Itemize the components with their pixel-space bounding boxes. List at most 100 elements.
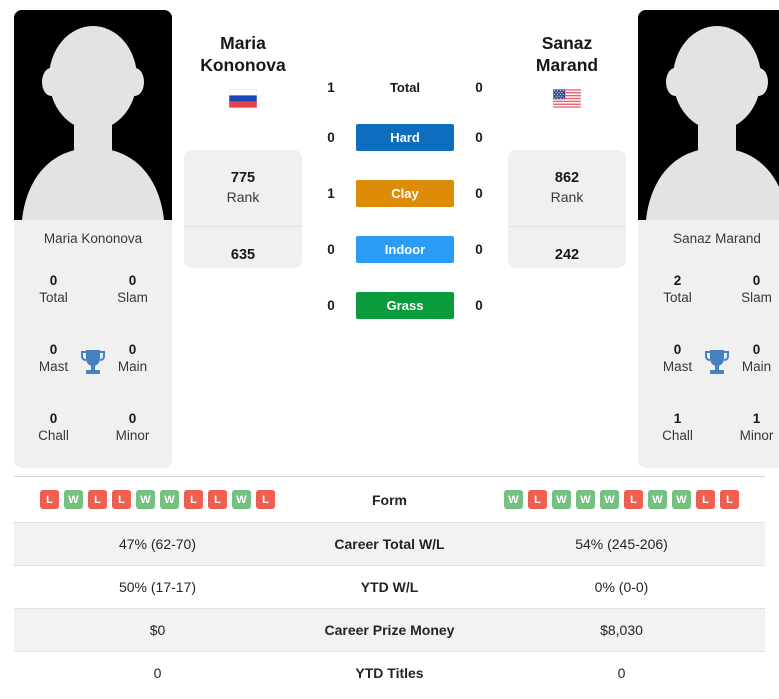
form-badge-right-8: L: [696, 490, 715, 509]
h2h-right-score: 0: [475, 129, 483, 145]
title-value: 0: [673, 341, 682, 357]
career-wl-right: 54% (245-206): [575, 536, 668, 552]
title-label: Total: [39, 289, 68, 305]
usa-flag-icon: [553, 88, 581, 108]
stat-label: Rank: [226, 189, 260, 206]
form-badge-left-2: L: [88, 490, 107, 509]
title-stat-minor-right: 1 Minor: [717, 393, 779, 462]
title-value: 2: [673, 272, 682, 288]
row-label-career-prize: Career Prize Money: [324, 622, 455, 638]
h2h-right-score: 0: [475, 79, 483, 95]
title-stat-slam-right: 0 Slam: [717, 255, 779, 324]
title-stat-chall-right: 1 Chall: [638, 393, 717, 462]
form-badge-right-5: L: [624, 490, 643, 509]
career-wl-left: 47% (62-70): [118, 536, 197, 552]
stat-rank-right: 862 Rank: [508, 150, 626, 227]
title-value: 0: [128, 341, 137, 357]
trophy-icon: [81, 349, 105, 374]
form-badge-right-9: L: [720, 490, 739, 509]
ytd-wl-right: 0% (0-0): [594, 579, 649, 595]
form-badge-left-4: W: [136, 490, 155, 509]
h2h-row-grass: 0 Grass 0: [314, 277, 496, 333]
h2h-label-total: Total: [389, 79, 421, 95]
form-badge-right-7: W: [672, 490, 691, 509]
stat-label: High: [553, 265, 582, 268]
form-badge-right-0: W: [504, 490, 523, 509]
h2h-row-total: 1 Total 0: [314, 65, 496, 109]
form-badge-right-3: W: [576, 490, 595, 509]
form-badge-left-3: L: [112, 490, 131, 509]
h2h-left-score: 1: [327, 79, 335, 95]
h2h-left-score: 0: [327, 241, 335, 257]
form-badge-right-2: W: [552, 490, 571, 509]
stat-high-left: 635 High: [184, 227, 302, 268]
title-label: Minor: [115, 427, 150, 443]
title-label: Mast: [662, 358, 693, 374]
title-stat-chall-left: 0 Chall: [14, 393, 93, 462]
surface-badge-hard[interactable]: Hard: [356, 123, 454, 151]
form-badge-left-1: W: [64, 490, 83, 509]
form-cell-left: LWLLWWLLWL: [14, 477, 301, 523]
stat-stack-left: 775 Rank 635 High 27 Age Plays: [184, 150, 302, 268]
player-comparison-area: Maria Kononova 0 Total 0 Slam 0 Mast 0 M…: [0, 0, 779, 472]
player-summary-right: Sanaz Marand 862 Rank 242: [508, 10, 626, 268]
form-badge-right-4: W: [600, 490, 619, 509]
title-value: 0: [752, 272, 761, 288]
title-stat-total-right: 2 Total: [638, 255, 717, 324]
form-badge-left-8: W: [232, 490, 251, 509]
stat-label: High: [229, 265, 258, 268]
title-label: Mast: [38, 358, 69, 374]
trophy-icon: [705, 349, 729, 374]
form-badge-left-7: L: [208, 490, 227, 509]
player-name-caption-left: Maria Kononova: [43, 231, 143, 246]
table-row-ytd-wl: 50% (17-17) YTD W/L 0% (0-0): [14, 565, 765, 609]
title-value: 0: [128, 272, 137, 288]
title-value: 0: [49, 410, 58, 426]
title-value: 0: [49, 272, 58, 288]
ytd-titles-right: 0: [617, 665, 626, 681]
form-badge-right-1: L: [528, 490, 547, 509]
table-row-form: LWLLWWLLWL Form WLWWWLWWLL: [14, 476, 765, 523]
title-label: Slam: [741, 289, 772, 305]
stat-stack-right: 862 Rank 242 High 36 Age Plays: [508, 150, 626, 268]
row-label-career-wl: Career Total W/L: [334, 536, 445, 552]
stat-value: 775: [230, 170, 256, 187]
player-name-right-line1: Sanaz: [541, 33, 593, 53]
player-card-right[interactable]: Sanaz Marand 2 Total 0 Slam 0 Mast 0 Mai…: [638, 10, 779, 468]
player-name-header-left: Maria Kononova: [184, 10, 302, 128]
ytd-titles-left: 0: [153, 665, 162, 681]
h2h-row-hard: 0 Hard 0: [314, 109, 496, 165]
player-name-header-right: Sanaz Marand: [508, 10, 626, 128]
ytd-wl-left: 50% (17-17): [118, 579, 197, 595]
title-value: 1: [673, 410, 682, 426]
title-value: 0: [752, 341, 761, 357]
table-row-ytd-titles: 0 YTD Titles 0: [14, 651, 765, 695]
title-stat-total-left: 0 Total: [14, 255, 93, 324]
h2h-left-score: 0: [327, 129, 335, 145]
stat-high-right: 242 High: [508, 227, 626, 268]
title-value: 0: [128, 410, 137, 426]
stat-value: 862: [554, 170, 580, 187]
title-value: 1: [752, 410, 761, 426]
career-prize-left: $0: [149, 622, 166, 638]
title-label: Main: [117, 358, 148, 374]
head-to-head-column: 1 Total 0 0 Hard 0 1 Clay 0 0 Indoor 0 0…: [314, 10, 496, 333]
player-silhouette-icon: [638, 10, 779, 220]
row-label-ytd-titles: YTD Titles: [355, 665, 424, 681]
title-label: Chall: [662, 427, 693, 443]
form-badge-left-9: L: [256, 490, 275, 509]
form-strip-left: LWLLWWLLWL: [20, 490, 295, 509]
title-stat-slam-left: 0 Slam: [93, 255, 172, 324]
surface-badge-indoor[interactable]: Indoor: [356, 235, 454, 263]
h2h-row-indoor: 0 Indoor 0: [314, 221, 496, 277]
table-row-career-wl: 47% (62-70) Career Total W/L 54% (245-20…: [14, 522, 765, 566]
player-card-left[interactable]: Maria Kononova 0 Total 0 Slam 0 Mast 0 M…: [14, 10, 172, 468]
player-summary-left: Maria Kononova 775 Rank 635 High 27 Age: [184, 10, 302, 268]
career-prize-right: $8,030: [600, 622, 643, 638]
surface-badge-grass[interactable]: Grass: [356, 291, 454, 319]
player-name-right-line2: Marand: [535, 55, 599, 76]
title-label: Main: [741, 358, 772, 374]
title-stat-minor-left: 0 Minor: [93, 393, 172, 462]
surface-badge-clay[interactable]: Clay: [356, 179, 454, 207]
titles-grid-left: 0 Total 0 Slam 0 Mast 0 Main 0 Chall 0 M…: [14, 255, 172, 468]
